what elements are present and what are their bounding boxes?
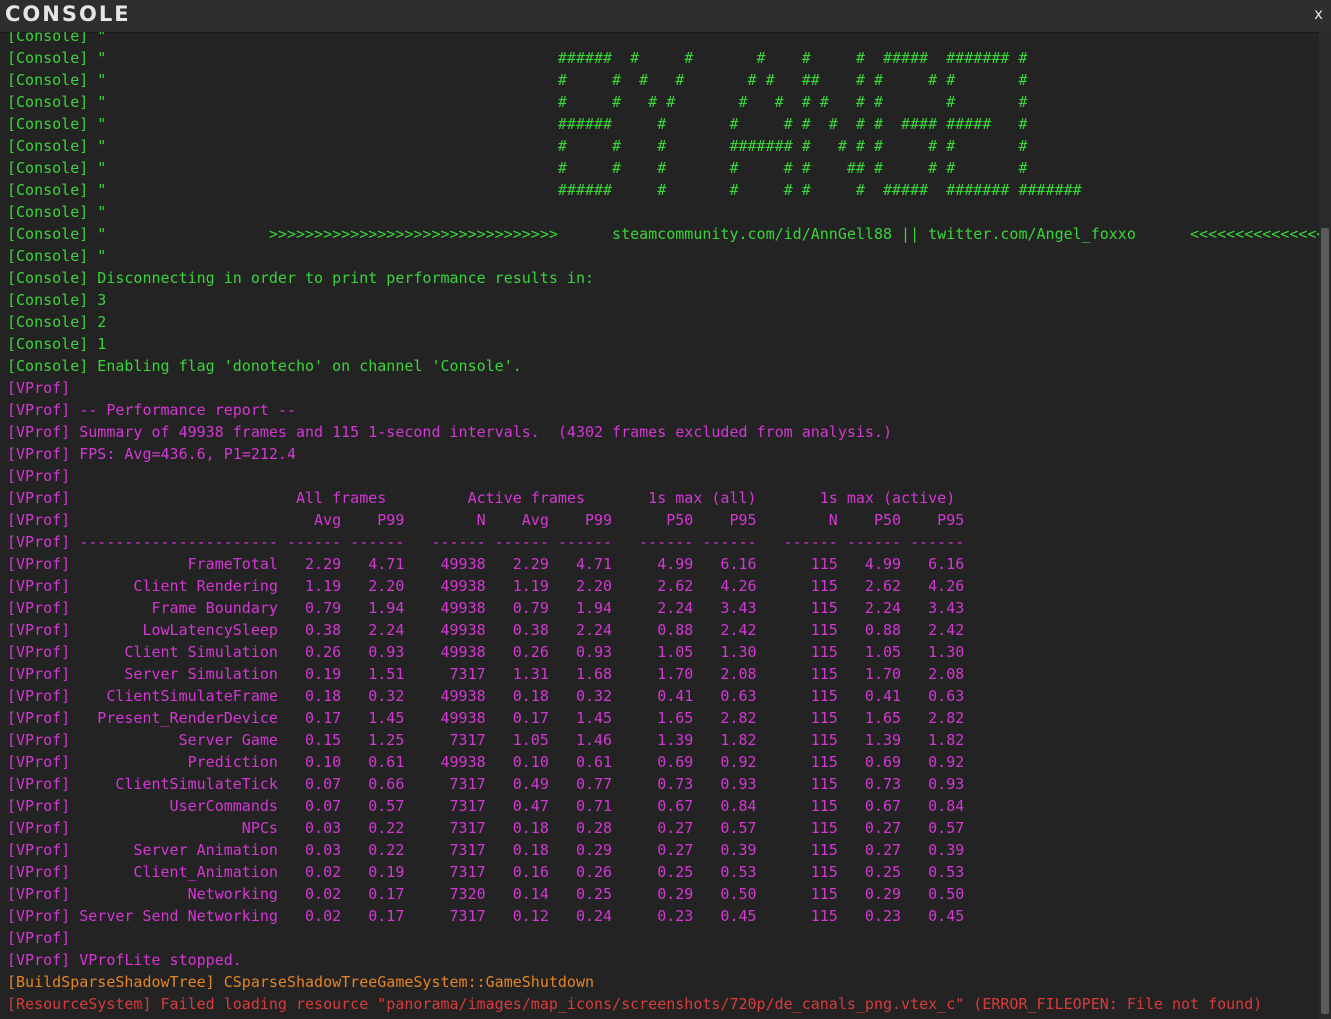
scrollbar-thumb[interactable] (1321, 228, 1329, 1014)
log-line: [VProf] ClientSimulateTick 0.07 0.66 731… (7, 775, 965, 793)
log-line: [Console] " # # # # # # ## # # # # (7, 159, 1028, 177)
log-line: [VProf] -- Performance report -- (7, 401, 296, 419)
log-line: [Console] " ###### # # # # # ##### #####… (7, 181, 1082, 199)
log-line: [VProf] Client_Animation 0.02 0.19 7317 … (7, 863, 965, 881)
log-line: [VProf] (7, 929, 71, 947)
log-line: [Console] " # # # ####### # # # # # # # (7, 137, 1028, 155)
log-line: [VProf] Networking 0.02 0.17 7320 0.14 0… (7, 885, 965, 903)
log-line: [VProf] Server Send Networking 0.02 0.17… (7, 907, 965, 925)
log-line: [VProf] NPCs 0.03 0.22 7317 0.18 0.28 0.… (7, 819, 965, 837)
log-line: [VProf] (7, 467, 71, 485)
log-line: [VProf] Server Simulation 0.19 1.51 7317… (7, 665, 965, 683)
log-line: [Console] " (7, 32, 107, 45)
log-line: [VProf] ---------------------- ------ --… (7, 533, 965, 551)
log-line: [Console] " ###### # # # # # # # #### ##… (7, 115, 1028, 133)
log-line: [Console] 3 (7, 291, 107, 309)
log-line: [VProf] All frames Active frames 1s max … (7, 489, 956, 507)
log-line: [VProf] FPS: Avg=436.6, P1=212.4 (7, 445, 296, 463)
log-line: [Console] " (7, 247, 107, 265)
log-line: [VProf] Client Rendering 1.19 2.20 49938… (7, 577, 965, 595)
log-line: [VProf] Server Game 0.15 1.25 7317 1.05 … (7, 731, 965, 749)
log-line: [Console] Enabling flag 'donotecho' on c… (7, 357, 522, 375)
log-line: [VProf] Avg P99 N Avg P99 P50 P95 N P50 … (7, 511, 965, 529)
log-line: [Console] " (7, 203, 107, 221)
log-line: [Console] " ###### # # # # # ##### #####… (7, 49, 1028, 67)
log-line: [VProf] (7, 379, 71, 397)
log-line: [VProf] VProfLite stopped. (7, 951, 242, 969)
close-button[interactable]: x (1314, 5, 1323, 23)
log-line: [VProf] Frame Boundary 0.79 1.94 49938 0… (7, 599, 965, 617)
log-line: [VProf] Summary of 49938 frames and 115 … (7, 423, 893, 441)
log-line: [Console] " >>>>>>>>>>>>>>>>>>>>>>>>>>>>… (7, 225, 1319, 243)
log-line: [VProf] Prediction 0.10 0.61 49938 0.10 … (7, 753, 965, 771)
log-line: [VProf] Client Simulation 0.26 0.93 4993… (7, 643, 965, 661)
log-line: [Console] " # # # # # # ## # # # # # (7, 71, 1028, 89)
log-line: [VProf] LowLatencySleep 0.38 2.24 49938 … (7, 621, 965, 639)
log-line: [Console] 1 (7, 335, 107, 353)
log-line: [Console] 2 (7, 313, 107, 331)
log-line: [ResourceSystem] Failed loading resource… (7, 995, 1263, 1013)
console-log[interactable]: [Console] " [Console] " ###### # # # # # … (0, 32, 1319, 1019)
log-line: [Console] Disconnecting in order to prin… (7, 269, 594, 287)
log-line: [VProf] Server Animation 0.03 0.22 7317 … (7, 841, 965, 859)
log-line: [VProf] FrameTotal 2.29 4.71 49938 2.29 … (7, 555, 965, 573)
log-line: [VProf] UserCommands 0.07 0.57 7317 0.47… (7, 797, 965, 815)
console-titlebar: CONSOLE x (0, 0, 1331, 33)
log-line: [BuildSparseShadowTree] CSparseShadowTre… (7, 973, 594, 991)
log-lines: [Console] " [Console] " ###### # # # # # … (7, 32, 1319, 1015)
scrollbar[interactable] (1319, 32, 1331, 1019)
log-line: [Console] " # # # # # # # # # # # # (7, 93, 1028, 111)
log-line: [VProf] ClientSimulateFrame 0.18 0.32 49… (7, 687, 965, 705)
log-line: [VProf] Present_RenderDevice 0.17 1.45 4… (7, 709, 965, 727)
window-title: CONSOLE (5, 2, 131, 26)
